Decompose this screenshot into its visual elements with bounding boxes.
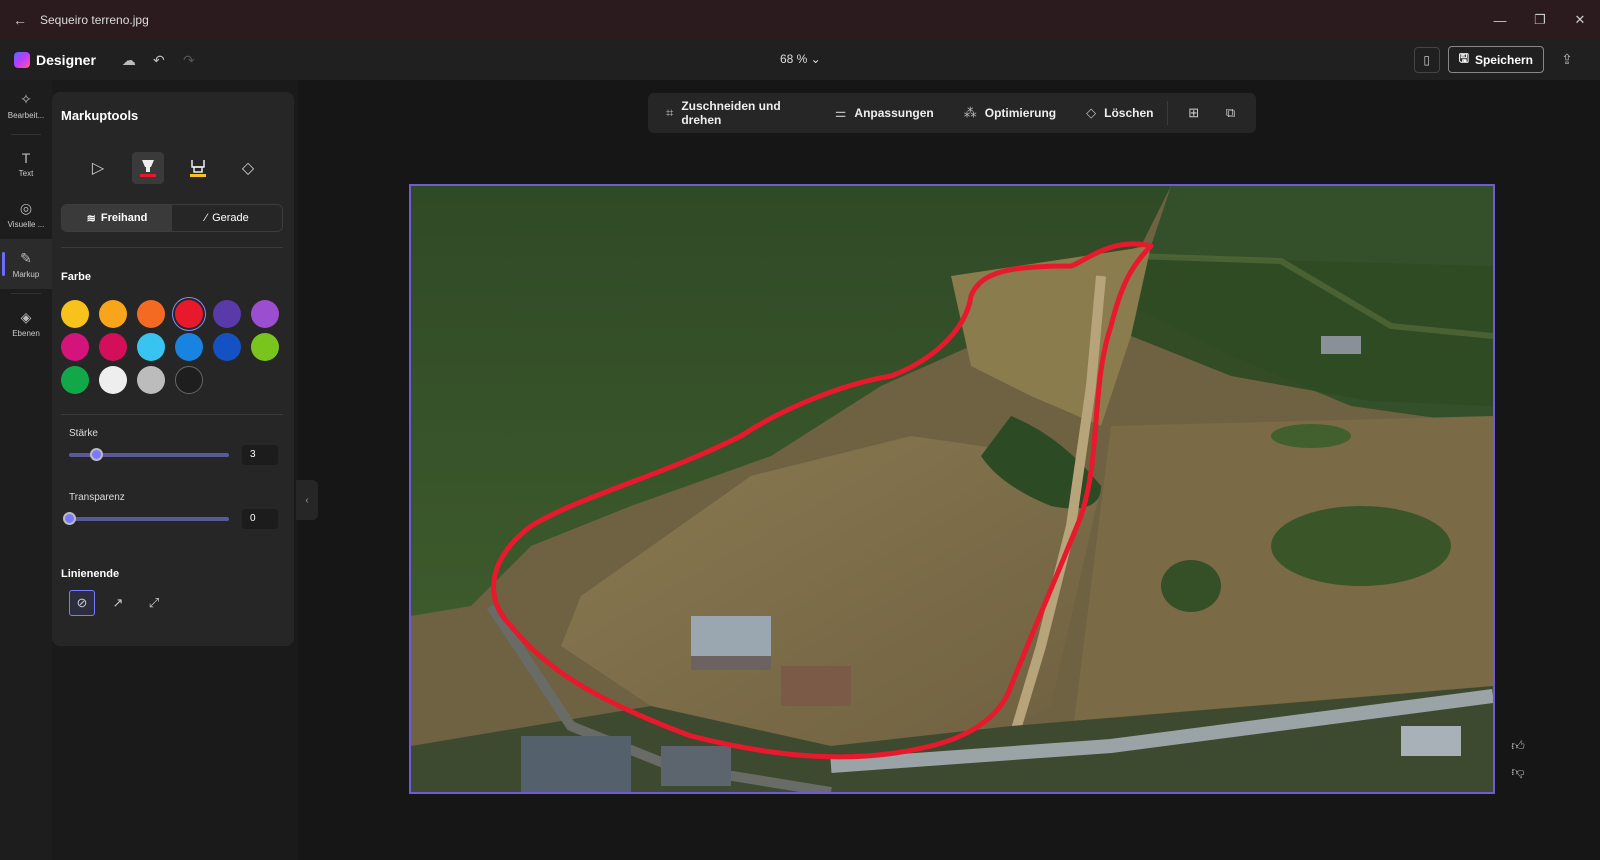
adjustments-button[interactable]: ⚌ Anpassungen — [835, 105, 934, 121]
highlighter-tool-icon[interactable] — [182, 152, 214, 184]
color-swatch[interactable] — [61, 333, 89, 361]
color-swatch[interactable] — [175, 333, 203, 361]
sparkle-edit-icon: ✧ — [20, 90, 32, 107]
panel-title: Markuptools — [61, 108, 139, 123]
toolbar-divider — [1167, 101, 1169, 125]
collapse-panel-icon[interactable]: ‹ — [296, 480, 318, 520]
double-arrow-icon[interactable]: ⤢ — [141, 590, 167, 616]
app-bar: Designer ☁ ↶ ↷ 68 % ⌄ ▯ 🖫 Speichern ⇪ — [0, 40, 1600, 80]
zoom-dropdown[interactable]: 68 % ⌄ — [780, 52, 821, 66]
sliders-icon: ⚌ — [834, 105, 847, 120]
close-icon[interactable]: ✕ — [1560, 0, 1600, 40]
background-remove-icon[interactable]: ⊞ — [1182, 105, 1205, 121]
transparency-label: Transparenz — [69, 492, 125, 503]
photo-content — [411, 186, 1493, 792]
rail-item-layers[interactable]: ◈ Ebenen — [0, 298, 52, 348]
back-arrow-icon[interactable]: ← — [0, 12, 40, 28]
cloud-sync-icon[interactable]: ☁ — [114, 52, 144, 69]
stroke-mode-toggle: ≋ Freihand ⁄ Gerade — [61, 204, 283, 232]
divider — [61, 247, 283, 248]
erase-button[interactable]: ◇ Löschen — [1086, 105, 1153, 121]
pen-icon: ✎ — [20, 249, 32, 266]
crop-rotate-button[interactable]: ⌗ Zuschneiden und drehen — [666, 99, 805, 127]
color-swatch[interactable] — [99, 366, 127, 394]
redo-icon[interactable]: ↷ — [174, 52, 204, 69]
magic-wand-icon: ⁂ — [963, 105, 977, 120]
color-swatch[interactable] — [175, 366, 203, 394]
edit-toolbar: ⌗ Zuschneiden und drehen ⚌ Anpassungen ⁂… — [648, 93, 1256, 133]
strength-label: Stärke — [69, 428, 98, 439]
line-end-options: ⊘ ↗ ⤢ — [69, 590, 167, 616]
color-swatch[interactable] — [137, 300, 165, 328]
color-swatch[interactable] — [175, 300, 203, 328]
line-end-label: Linienende — [61, 568, 120, 580]
text-icon: T — [21, 150, 31, 166]
left-rail: ✧ Bearbeit... T Text ◎ Visuelle ... ✎ Ma… — [0, 80, 52, 860]
save-icon: 🖫 — [1458, 51, 1469, 65]
straight-line-icon: ⁄ — [205, 212, 208, 224]
strength-slider-thumb[interactable] — [90, 448, 104, 461]
undo-icon[interactable]: ↶ — [144, 52, 174, 69]
rail-item-edit[interactable]: ✧ Bearbeit... — [0, 80, 52, 130]
freehand-button[interactable]: ≋ Freihand — [62, 205, 172, 231]
layers-icon: ◈ — [20, 308, 32, 325]
color-swatch[interactable] — [137, 366, 165, 394]
strength-slider[interactable] — [69, 448, 229, 461]
title-bar: ← Sequeiro terreno.jpg — ❐ ✕ — [0, 0, 1600, 40]
crop-icon: ⌗ — [666, 105, 674, 120]
transparency-slider-thumb[interactable] — [63, 512, 76, 525]
strength-value[interactable]: 3 — [242, 445, 278, 465]
color-swatch[interactable] — [61, 300, 89, 328]
color-swatch[interactable] — [61, 366, 89, 394]
pen-tool-icon[interactable] — [132, 152, 164, 184]
shapes-icon: ◎ — [19, 199, 33, 216]
select-tool-icon[interactable]: ▷ — [82, 152, 114, 184]
share-icon[interactable]: ⇪ — [1552, 51, 1582, 68]
color-label: Farbe — [61, 271, 91, 283]
no-arrow-icon[interactable]: ⊘ — [69, 590, 95, 616]
rail-item-visuals[interactable]: ◎ Visuelle ... — [0, 189, 52, 239]
color-swatch[interactable] — [251, 333, 279, 361]
markup-tool-row: ▷ ◇ — [82, 152, 264, 184]
color-swatch[interactable] — [213, 333, 241, 361]
color-swatches — [61, 300, 279, 394]
rail-item-markup[interactable]: ✎ Markup — [0, 239, 52, 289]
arrow-end-icon[interactable]: ↗ — [105, 590, 131, 616]
designer-logo-icon — [14, 52, 30, 68]
optimize-button[interactable]: ⁂ Optimierung — [964, 105, 1056, 121]
freehand-icon: ≋ — [86, 212, 96, 225]
divider — [61, 414, 283, 415]
thumbs-down-icon[interactable]: 👎︎ — [1508, 764, 1528, 780]
transparency-slider[interactable] — [63, 512, 229, 525]
color-swatch[interactable] — [99, 300, 127, 328]
aerial-photo[interactable] — [409, 184, 1495, 794]
color-swatch[interactable] — [251, 300, 279, 328]
app-name: Designer — [36, 52, 96, 68]
color-swatch[interactable] — [137, 333, 165, 361]
rail-item-text[interactable]: T Text — [0, 139, 52, 189]
maximize-icon[interactable]: ❐ — [1520, 0, 1560, 40]
app-logo: Designer — [14, 52, 96, 68]
window-title: Sequeiro terreno.jpg — [40, 13, 149, 27]
save-label: Speichern — [1474, 52, 1533, 67]
page-view-button[interactable]: ▯ — [1413, 46, 1440, 73]
color-swatch[interactable] — [99, 333, 127, 361]
save-button[interactable]: 🖫 Speichern — [1447, 46, 1544, 73]
markup-panel: Markuptools ▷ ◇ ≋ Freihand ⁄ Gerade Farb… — [52, 92, 294, 646]
eraser-icon: ◇ — [1086, 105, 1097, 120]
color-swatch[interactable] — [213, 300, 241, 328]
transparency-value[interactable]: 0 — [242, 509, 278, 529]
generative-fill-icon[interactable]: ⧉ — [1219, 105, 1242, 121]
minimize-icon[interactable]: — — [1480, 0, 1520, 40]
thumbs-up-icon[interactable]: 👍︎ — [1508, 738, 1528, 754]
straight-line-button[interactable]: ⁄ Gerade — [172, 205, 282, 231]
eraser-icon[interactable]: ◇ — [232, 152, 264, 184]
